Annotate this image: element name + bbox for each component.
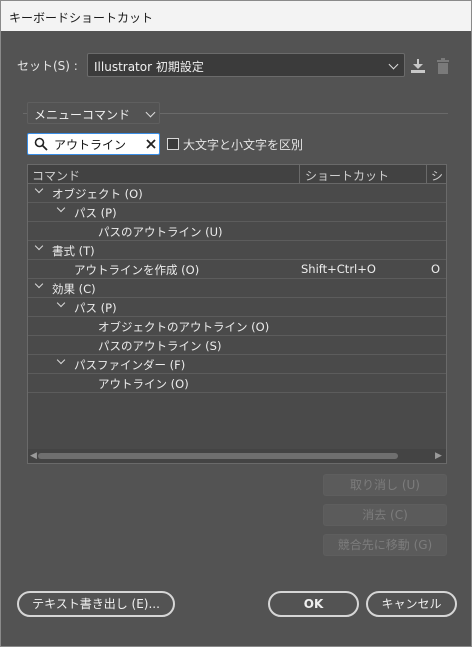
scroll-right-icon[interactable]: ▶ xyxy=(435,451,442,461)
table-row[interactable]: 書式 (T) xyxy=(28,241,446,260)
table-row[interactable]: パスファインダー (F) xyxy=(28,355,446,374)
row-label: アウトライン (O) xyxy=(98,377,189,391)
command-category-value: メニューコマンド xyxy=(34,108,131,122)
column-header-extra[interactable]: シ xyxy=(431,167,443,184)
case-sensitive-checkbox[interactable] xyxy=(167,138,179,150)
chevron-down-icon xyxy=(388,59,399,70)
row-label: オブジェクト (O) xyxy=(52,187,143,201)
row-label: パスのアウトライン (S) xyxy=(98,339,222,353)
search-icon xyxy=(34,137,48,151)
title-bar: キーボードショートカット xyxy=(1,1,471,31)
chevron-down-icon[interactable] xyxy=(34,184,44,194)
ok-button[interactable]: OK xyxy=(268,591,359,617)
search-box[interactable] xyxy=(27,133,160,155)
set-dropdown[interactable]: Illustrator 初期設定 xyxy=(87,53,405,77)
table-row[interactable]: オブジェクトのアウトライン (O) xyxy=(28,317,446,336)
export-text-button[interactable]: テキスト書き出し (E)... xyxy=(17,591,175,617)
shortcut-table: コマンド ショートカット シ オブジェクト (O) パス (P) パスのアウトラ… xyxy=(27,164,447,464)
scroll-left-icon[interactable]: ◀ xyxy=(30,451,37,461)
search-input[interactable] xyxy=(54,136,132,152)
row-label: パスのアウトライン (U) xyxy=(98,225,223,239)
row-label: オブジェクトのアウトライン (O) xyxy=(98,320,270,334)
row-label: パス (P) xyxy=(74,301,117,315)
clear-button[interactable]: 消去 (C) xyxy=(323,504,447,526)
table-row[interactable]: アウトラインを作成 (O) Shift+Ctrl+O O xyxy=(28,260,446,279)
scrollbar-thumb[interactable] xyxy=(38,453,398,459)
row-label: パス (P) xyxy=(74,206,117,220)
row-extra[interactable]: O xyxy=(431,262,440,276)
set-dropdown-value: Illustrator 初期設定 xyxy=(94,60,204,74)
download-icon[interactable] xyxy=(409,58,427,74)
row-label: アウトラインを作成 (O) xyxy=(74,263,200,277)
chevron-down-icon[interactable] xyxy=(56,355,66,365)
chevron-down-icon[interactable] xyxy=(34,241,44,251)
row-label: 効果 (C) xyxy=(52,282,96,296)
close-icon[interactable] xyxy=(145,138,157,150)
column-divider[interactable] xyxy=(299,165,300,183)
keyboard-shortcuts-dialog: キーボードショートカット セット(S) : Illustrator 初期設定 メ… xyxy=(0,0,472,647)
table-row[interactable]: パス (P) xyxy=(28,203,446,222)
row-label: パスファインダー (F) xyxy=(74,358,186,372)
table-row[interactable]: パス (P) xyxy=(28,298,446,317)
set-label: セット(S) : xyxy=(17,59,78,73)
table-row[interactable]: 効果 (C) xyxy=(28,279,446,298)
trash-icon[interactable] xyxy=(435,58,451,74)
go-to-conflict-button[interactable]: 競合先に移動 (G) xyxy=(323,534,447,556)
table-row[interactable]: オブジェクト (O) xyxy=(28,184,446,203)
chevron-down-icon[interactable] xyxy=(56,203,66,213)
chevron-down-icon xyxy=(145,107,156,118)
column-header-shortcut[interactable]: ショートカット xyxy=(305,167,389,184)
chevron-down-icon[interactable] xyxy=(34,279,44,289)
column-divider[interactable] xyxy=(426,165,427,183)
cancel-button[interactable]: キャンセル xyxy=(366,591,457,617)
column-header-command[interactable]: コマンド xyxy=(32,167,80,184)
command-category-dropdown[interactable]: メニューコマンド xyxy=(27,102,160,124)
table-row[interactable]: アウトライン (O) xyxy=(28,374,446,393)
table-row[interactable]: パスのアウトライン (U) xyxy=(28,222,446,241)
window-title: キーボードショートカット xyxy=(9,11,154,25)
table-row[interactable]: パスのアウトライン (S) xyxy=(28,336,446,355)
table-header: コマンド ショートカット シ xyxy=(28,165,446,184)
horizontal-scrollbar[interactable]: ◀ ▶ xyxy=(28,449,446,463)
row-shortcut[interactable]: Shift+Ctrl+O xyxy=(301,262,376,276)
chevron-down-icon[interactable] xyxy=(56,298,66,308)
case-sensitive-label: 大文字と小文字を区別 xyxy=(183,138,304,152)
row-label: 書式 (T) xyxy=(52,244,95,258)
undo-button[interactable]: 取り消し (U) xyxy=(323,474,447,496)
